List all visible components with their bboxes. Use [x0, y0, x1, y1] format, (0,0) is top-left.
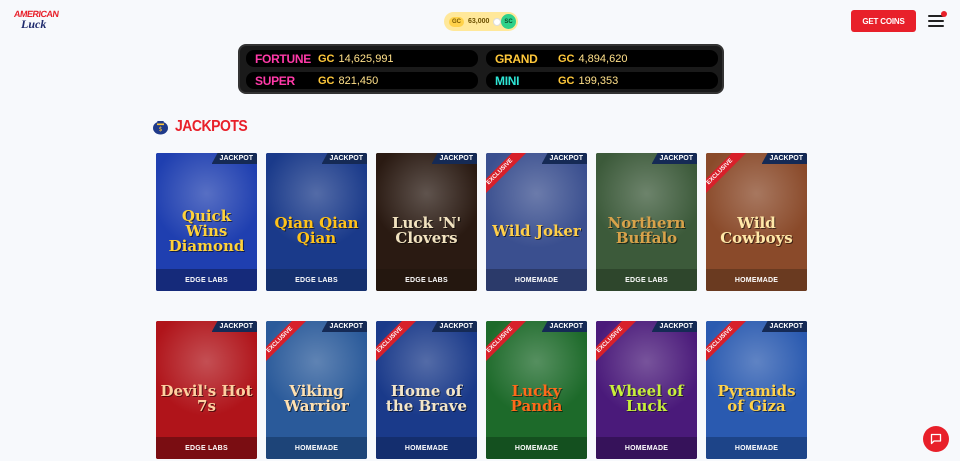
- game-tile[interactable]: Pyramids of Giza HOMEMADE JACKPOT EXCLUSIVE: [706, 321, 807, 459]
- jackpot-row-mini: MINI GC 199,353: [486, 72, 718, 89]
- jackpot-amount: 14,625,991: [338, 52, 394, 65]
- game-studio: EDGE LABS: [156, 437, 257, 459]
- jackpot-badge: JACKPOT: [541, 153, 587, 164]
- jackpot-amount: 199,353: [578, 74, 619, 87]
- jackpot-name: SUPER: [255, 73, 295, 88]
- section-title: JACKPOTS: [175, 115, 248, 135]
- jackpot-badge: JACKPOT: [321, 153, 367, 164]
- jackpot-row-fortune: FORTUNE GC 14,625,991: [246, 50, 478, 67]
- game-artwork: Northern Buffalo: [596, 153, 697, 269]
- section-header-jackpots: $ JACKPOTS: [152, 114, 248, 136]
- jackpot-currency: GC: [318, 74, 335, 87]
- game-tile[interactable]: Qian Qian Qian EDGE LABS JACKPOT: [266, 153, 367, 291]
- money-bag-icon: $: [152, 116, 169, 135]
- sweeps-coin-icon[interactable]: SC: [501, 14, 516, 29]
- game-title: Home of the Brave: [385, 382, 468, 415]
- game-tile[interactable]: Luck 'N' Clovers EDGE LABS JACKPOT: [376, 153, 477, 291]
- game-studio: HOMEMADE: [706, 437, 807, 459]
- game-artwork: Devil's Hot 7s: [156, 321, 257, 437]
- game-title: Lucky Panda: [510, 382, 563, 415]
- game-studio: HOMEMADE: [266, 437, 367, 459]
- top-bar: AMERICAN Luck GC 63,000 SC GET COINS: [0, 0, 960, 42]
- game-title: Wild Cowboys: [720, 214, 793, 247]
- game-title: Devil's Hot 7s: [160, 382, 253, 415]
- jackpot-badge: JACKPOT: [651, 153, 697, 164]
- jackpot-currency: GC: [558, 52, 575, 65]
- jackpot-badge: JACKPOT: [651, 321, 697, 332]
- svg-text:$: $: [159, 126, 163, 133]
- game-title: Luck 'N' Clovers: [391, 214, 462, 247]
- chat-button[interactable]: [923, 426, 949, 452]
- jackpot-name: FORTUNE: [255, 51, 311, 66]
- game-tile[interactable]: Wheel of Luck HOMEMADE JACKPOT EXCLUSIVE: [596, 321, 697, 459]
- jackpot-row-grand: GRAND GC 4,894,620: [486, 50, 718, 67]
- chat-bubble-icon: [930, 433, 942, 445]
- game-tile[interactable]: Wild Cowboys HOMEMADE JACKPOT EXCLUSIVE: [706, 153, 807, 291]
- jackpot-badge: JACKPOT: [431, 153, 477, 164]
- jackpot-currency: GC: [318, 52, 335, 65]
- game-tile[interactable]: Devil's Hot 7s EDGE LABS JACKPOT: [156, 321, 257, 459]
- game-tile[interactable]: Lucky Panda HOMEMADE JACKPOT EXCLUSIVE: [486, 321, 587, 459]
- game-studio: EDGE LABS: [376, 269, 477, 291]
- jackpot-badge: JACKPOT: [761, 321, 807, 332]
- game-title: Wild Joker: [492, 221, 581, 240]
- game-studio: HOMEMADE: [486, 269, 587, 291]
- game-tile[interactable]: Viking Warrior HOMEMADE JACKPOT EXCLUSIVE: [266, 321, 367, 459]
- game-studio: EDGE LABS: [266, 269, 367, 291]
- game-tile[interactable]: Northern Buffalo EDGE LABS JACKPOT: [596, 153, 697, 291]
- game-tile[interactable]: Home of the Brave HOMEMADE JACKPOT EXCLUSIV…: [376, 321, 477, 459]
- jackpot-board: FORTUNE GC 14,625,991 GRAND GC 4,894,620…: [238, 44, 724, 94]
- jackpot-name: GRAND: [495, 51, 538, 66]
- hamburger-menu-icon[interactable]: [928, 11, 947, 27]
- game-studio: HOMEMADE: [706, 269, 807, 291]
- game-studio: EDGE LABS: [596, 269, 697, 291]
- jackpot-badge: JACKPOT: [431, 321, 477, 332]
- game-title: Viking Warrior: [284, 382, 349, 415]
- get-coins-button[interactable]: GET COINS: [851, 10, 916, 32]
- jackpot-badge: JACKPOT: [211, 153, 257, 164]
- game-studio: HOMEMADE: [486, 437, 587, 459]
- jackpot-name: MINI: [495, 73, 520, 88]
- gold-coin-icon: GC: [449, 16, 464, 27]
- jackpot-amount: 4,894,620: [578, 52, 628, 65]
- game-artwork: Luck 'N' Clovers: [376, 153, 477, 269]
- jackpot-badge: JACKPOT: [321, 321, 367, 332]
- logo-text-bottom: Luck: [21, 17, 47, 31]
- gc-balance: 63,000: [468, 18, 490, 25]
- game-tile[interactable]: Quick Wins Diamond EDGE LABS JACKPOT: [156, 153, 257, 291]
- game-title: Qian Qian Qian: [274, 214, 359, 247]
- game-artwork: Quick Wins Diamond: [156, 153, 257, 269]
- jackpot-badge: JACKPOT: [211, 321, 257, 332]
- game-title: Northern Buffalo: [607, 214, 686, 247]
- game-title: Pyramids of Giza: [717, 382, 796, 415]
- jackpot-badge: JACKPOT: [761, 153, 807, 164]
- game-studio: HOMEMADE: [376, 437, 477, 459]
- game-tile[interactable]: Wild Joker HOMEMADE JACKPOT EXCLUSIVE: [486, 153, 587, 291]
- jackpot-row-super: SUPER GC 821,450: [246, 72, 478, 89]
- game-artwork: Qian Qian Qian: [266, 153, 367, 269]
- american-luck-logo[interactable]: AMERICAN Luck: [13, 9, 59, 33]
- game-title: Quick Wins Diamond: [168, 206, 245, 255]
- game-studio: HOMEMADE: [596, 437, 697, 459]
- game-title: Wheel of Luck: [609, 382, 684, 415]
- jackpot-amount: 821,450: [338, 74, 379, 87]
- notification-dot: [941, 11, 947, 17]
- currency-toggle[interactable]: GC 63,000 SC: [444, 12, 518, 31]
- jackpot-badge: JACKPOT: [541, 321, 587, 332]
- jackpot-currency: GC: [558, 74, 575, 87]
- game-studio: EDGE LABS: [156, 269, 257, 291]
